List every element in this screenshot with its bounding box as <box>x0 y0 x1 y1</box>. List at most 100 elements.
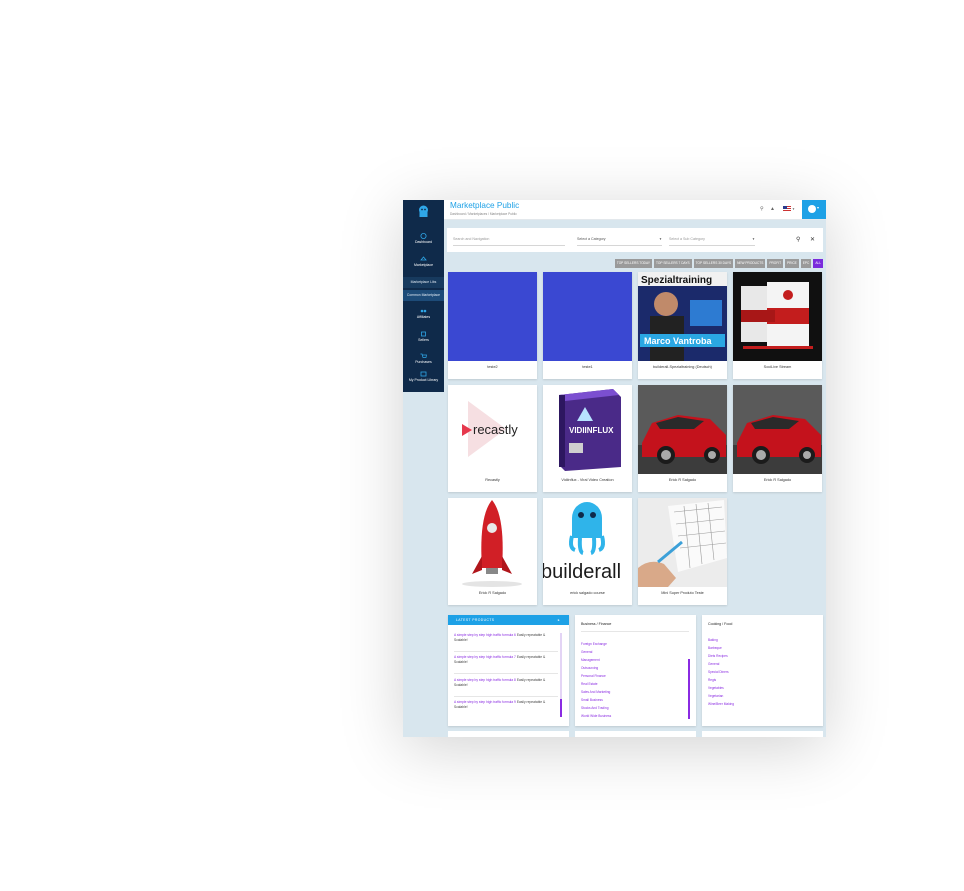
sidebar-item-marketplace[interactable]: Marketplace <box>403 256 444 267</box>
category-link[interactable]: Foreign Exchange <box>581 642 607 646</box>
product-card[interactable]: Spezialtraining Marco Vantroba builderal… <box>638 272 727 379</box>
news-item[interactable]: A simple step by step high traffic formu… <box>454 700 558 709</box>
sidebar-item-sellers[interactable]: Sellers <box>403 331 444 342</box>
product-image <box>733 272 822 361</box>
chevron-down-icon: ▾ <box>817 205 820 210</box>
product-image <box>638 498 727 587</box>
product-image <box>448 498 537 587</box>
search-icon[interactable]: ⚲ <box>760 206 764 212</box>
product-card[interactable]: Mini Super Produto Teste <box>638 498 727 605</box>
news-item[interactable]: A simple step by step high traffic formu… <box>454 633 558 642</box>
sidebar-item-affiliates[interactable]: Affiliates <box>403 308 444 319</box>
category-link[interactable]: Outsourcing <box>581 666 598 670</box>
category-link[interactable]: Barbeque <box>708 646 722 650</box>
topbar: Marketplace Public Dashboard / Marketpla… <box>444 200 826 220</box>
filter-top-sellers-30-days[interactable]: TOP SELLERS 30 DAYS <box>693 259 734 268</box>
sidebar-item-label: Purchases <box>415 360 432 364</box>
sidebar-item-label: Affiliates <box>416 315 431 319</box>
filter-price[interactable]: PRICE <box>785 259 799 268</box>
news-link[interactable]: A simple step by step high traffic formu… <box>454 633 516 637</box>
product-card[interactable]: Erick R Salgado <box>638 385 727 492</box>
category-link[interactable]: World Wide Business <box>581 714 611 718</box>
red-car-image <box>638 385 727 474</box>
category-link[interactable]: Wine/Beer Making <box>708 702 734 706</box>
recastly-image: recastly <box>448 385 537 474</box>
category-link[interactable]: Vegetables <box>708 686 724 690</box>
sidebar-item-common-marketplace[interactable]: Common Marketplace <box>403 290 444 301</box>
filter-top-sellers-7-days[interactable]: TOP SELLERS 7 DAYS <box>654 259 692 268</box>
image-name-text: Marco Vantroba <box>644 336 713 346</box>
bell-icon[interactable]: ▲ <box>770 206 775 212</box>
spezialtraining-image: Spezialtraining Marco Vantroba <box>638 272 727 361</box>
subcategory-select[interactable]: Select a Sub Category ▼ <box>669 237 755 246</box>
close-icon[interactable]: ✕ <box>810 236 815 243</box>
product-name: Vidiinflux - Viral Video Creation <box>561 478 614 482</box>
sidebar-item-purchases[interactable]: Purchases <box>403 353 444 364</box>
category-link[interactable]: Small Business <box>581 698 603 702</box>
sidebar-item-my-product-library[interactable]: My Product Library <box>403 371 444 382</box>
cooking-food-panel: Cooking / Food Baking Barbeque Diets Rec… <box>702 615 823 726</box>
vidiinflux-logo-text: VIDIINFLUX <box>569 426 614 435</box>
category-select[interactable]: Select a Category ▼ <box>577 237 662 246</box>
news-link[interactable]: A simple step by step high traffic formu… <box>454 700 516 704</box>
filter-bar: TOP SELLERS TODAY TOP SELLERS 7 DAYS TOP… <box>614 259 823 268</box>
category-link[interactable]: Baking <box>708 638 718 642</box>
chevron-right-icon[interactable]: ▸ <box>550 615 560 625</box>
product-image <box>733 385 822 474</box>
filter-new-products[interactable]: NEW PRODUCTS <box>735 259 766 268</box>
user-menu-button[interactable]: ▾ <box>802 200 826 219</box>
chevron-down-icon[interactable]: ▼ <box>792 207 795 211</box>
page-title: Marketplace Public <box>450 201 520 210</box>
search-input[interactable]: Search and Navigation <box>453 237 565 246</box>
category-link[interactable]: Real Estate <box>581 682 597 686</box>
filter-top-sellers-today[interactable]: TOP SELLERS TODAY <box>614 259 652 268</box>
category-link[interactable]: Personal Finance <box>581 674 606 678</box>
category-link[interactable]: Sales And Marketing <box>581 690 610 694</box>
vidiinflux-image: VIDIINFLUX <box>543 385 632 474</box>
category-link[interactable]: Diets Recipes <box>708 654 728 658</box>
latest-products-title: LATEST PRODUCTS <box>456 618 495 622</box>
panel-title: Business / Finance <box>581 622 612 626</box>
product-image: Spezialtraining Marco Vantroba <box>638 272 727 361</box>
sellers-icon <box>421 331 426 337</box>
category-link[interactable]: Stocks And Trading <box>581 706 608 710</box>
product-card[interactable]: SociLive Stream <box>733 272 822 379</box>
news-item[interactable]: A simple step by step high traffic formu… <box>454 678 558 687</box>
category-link[interactable]: Vegetarian <box>708 694 723 698</box>
category-link[interactable]: General <box>581 650 592 654</box>
product-name: builderall-Spezialtraining (Deutsch) <box>653 365 712 369</box>
scrollbar[interactable] <box>688 659 690 719</box>
category-link[interactable]: Management <box>581 658 600 662</box>
product-card[interactable]: builderall erick salgado course <box>543 498 632 605</box>
news-link[interactable]: A simple step by step high traffic formu… <box>454 655 516 659</box>
flag-us-icon[interactable] <box>783 206 791 211</box>
product-name: Erick R Salgado <box>478 591 507 595</box>
latest-products-header[interactable]: LATEST PRODUCTS ▸ <box>448 615 569 625</box>
product-card[interactable]: teste2 <box>448 272 537 379</box>
filter-all[interactable]: ALL <box>813 259 823 268</box>
news-link[interactable]: A simple step by step high traffic formu… <box>454 678 516 682</box>
search-icon[interactable]: ⚲ <box>796 236 800 243</box>
product-card[interactable]: recastly Recastly <box>448 385 537 492</box>
product-name: teste1 <box>582 365 593 369</box>
news-item[interactable]: A simple step by step high traffic formu… <box>454 655 558 664</box>
product-card[interactable]: teste1 <box>543 272 632 379</box>
product-image <box>543 272 632 361</box>
puzzle-image <box>638 498 727 587</box>
panel-stub <box>575 731 696 737</box>
scrollbar[interactable] <box>560 699 562 717</box>
latest-products-panel: LATEST PRODUCTS ▸ A simple step by step … <box>448 615 569 726</box>
sidebar-item-dashboard[interactable]: Dashboard <box>403 233 444 244</box>
product-card[interactable]: VIDIINFLUX Vidiinflux - Viral Video Crea… <box>543 385 632 492</box>
filter-profit[interactable]: PROFIT <box>767 259 784 268</box>
filter-epc[interactable]: EPC <box>800 259 812 268</box>
divider <box>454 696 558 697</box>
category-link[interactable]: Special Diners <box>708 670 729 674</box>
business-finance-panel: Business / Finance Foreign Exchange Gene… <box>575 615 696 726</box>
product-card[interactable]: Erick R Salgado <box>448 498 537 605</box>
sidebar: Dashboard Marketplace Marketplace Libs C… <box>403 200 444 392</box>
sidebar-item-marketplace-libs[interactable]: Marketplace Libs <box>403 277 444 288</box>
category-link[interactable]: General <box>708 662 719 666</box>
category-link[interactable]: Regis <box>708 678 716 682</box>
product-card[interactable]: Erick R Salgado <box>733 385 822 492</box>
